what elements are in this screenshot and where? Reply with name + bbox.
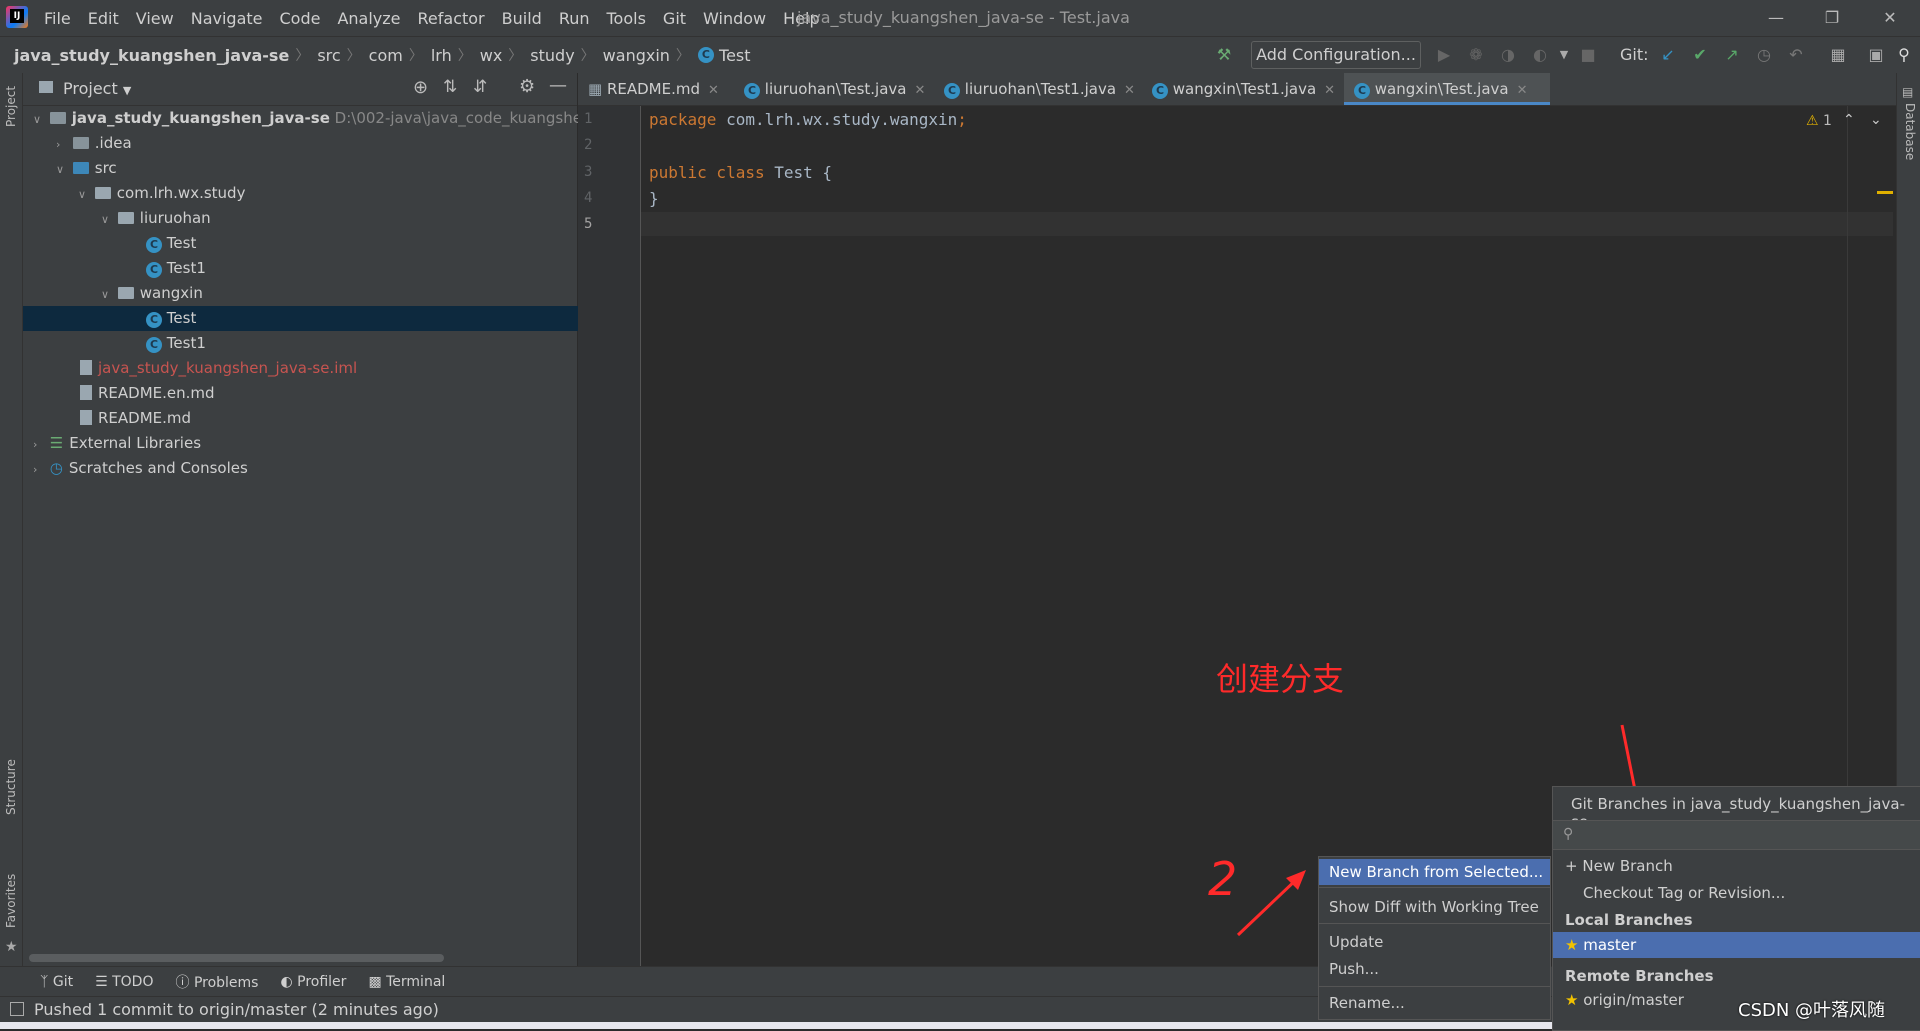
problems-tool-tab[interactable]: ⓘ Problems [175, 972, 258, 992]
local-branches-header: Local Branches [1565, 911, 1693, 929]
todo-tool-tab[interactable]: ☰ TODO [95, 974, 153, 990]
terminal-icon: ▩ [368, 974, 382, 990]
terminal-tool-tab[interactable]: ▩ Terminal [368, 974, 445, 990]
menu-separator [1319, 923, 1550, 924]
new-branch-item[interactable]: + New Branch [1553, 853, 1920, 879]
new-branch-from-selected-item[interactable]: New Branch from Selected... [1319, 859, 1550, 885]
info-icon: ⓘ [175, 975, 190, 991]
branch-context-menu: New Branch from Selected... Show Diff wi… [1318, 856, 1551, 1020]
arrow-to-new-branch [1236, 870, 1306, 937]
push-item[interactable]: Push... [1319, 956, 1550, 982]
toggle-tool-windows-icon[interactable] [10, 1002, 24, 1016]
star-icon: ★ [1565, 936, 1579, 954]
menu-separator [1319, 887, 1550, 888]
status-message[interactable]: Pushed 1 commit to origin/master (2 minu… [34, 1000, 439, 1019]
git-branch-icon: ᛉ [40, 974, 49, 990]
rename-item[interactable]: Rename... [1319, 990, 1550, 1016]
branch-search-input[interactable]: ⚲ [1553, 820, 1920, 850]
checkout-tag-item[interactable]: Checkout Tag or Revision... [1553, 880, 1920, 906]
profiler-tool-tab[interactable]: ◐ Profiler [280, 974, 346, 990]
remote-branches-header: Remote Branches [1565, 967, 1714, 985]
profiler-icon: ◐ [280, 974, 293, 990]
git-tool-tab[interactable]: ᛉ Git [40, 974, 73, 990]
menu-separator [1319, 986, 1550, 987]
git-branches-popup: Git Branches in java_study_kuangshen_jav… [1552, 786, 1920, 1031]
update-item[interactable]: Update [1319, 929, 1550, 955]
csdn-watermark: CSDN @叶落风随 [1738, 1000, 1886, 1021]
list-icon: ☰ [95, 974, 108, 990]
show-diff-item[interactable]: Show Diff with Working Tree [1319, 894, 1550, 920]
search-icon: ⚲ [1563, 826, 1574, 842]
plus-icon: + [1565, 857, 1578, 875]
branch-item-master[interactable]: ★ master [1553, 932, 1920, 958]
star-icon: ★ [1565, 991, 1579, 1009]
